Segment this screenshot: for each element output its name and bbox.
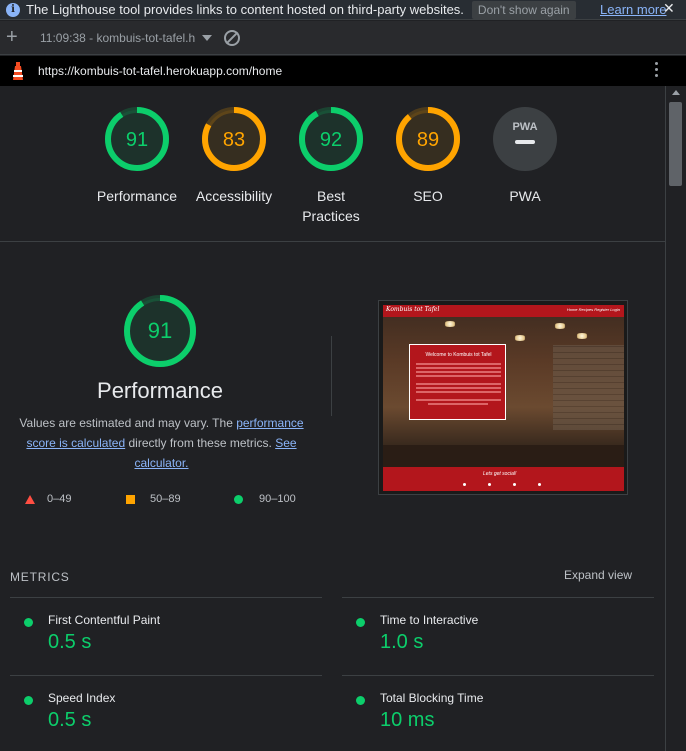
screenshot-navbar: Kombuis tot Tafel Home Recipes Register … (383, 305, 624, 317)
pwa-badge-text: PWA (512, 121, 537, 133)
gauge-label: PWA (509, 188, 541, 204)
screenshot-footer-text: Lets get social! (483, 471, 517, 477)
pass-circle-icon (356, 618, 365, 627)
metric-name: Time to Interactive (380, 613, 479, 627)
metric-name: First Contentful Paint (48, 613, 161, 627)
scrollbar[interactable] (665, 86, 686, 751)
info-icon: i (6, 2, 20, 17)
lighthouse-logo-icon (13, 62, 23, 80)
screenshot-card-title: Welcome to Kombuis tot Tafel (425, 352, 492, 358)
screenshot-welcome-card: Welcome to Kombuis tot Tafel (409, 344, 506, 420)
dont-show-again-button[interactable]: Don't show again (471, 0, 576, 19)
pass-circle-icon (356, 696, 365, 705)
gauge-score: 89 (417, 129, 439, 151)
gauge-label: Performance (96, 188, 178, 204)
new-report-icon[interactable]: + (6, 27, 18, 47)
screenshot-footer: Lets get social! (383, 467, 624, 491)
performance-description: Values are estimated and may vary. The p… (19, 416, 304, 470)
close-icon[interactable]: ✕ (663, 0, 675, 17)
more-options-icon[interactable] (655, 62, 659, 80)
legend-pass: 90–100 (234, 493, 296, 505)
gauge-accessibility[interactable]: 83 Accessibility (179, 106, 289, 206)
report-url[interactable]: https://kombuis-tot-tafel.herokuapp.com/… (38, 64, 282, 78)
performance-detail-gauge: 91 (105, 294, 215, 368)
metric-value: 1.0 s (380, 631, 424, 653)
triangle-icon (25, 494, 35, 504)
lighthouse-toolbar: + 11:09:38 - kombuis-tot-tafel.h (0, 21, 686, 55)
expand-view-button[interactable]: Expand view (564, 568, 632, 582)
gauge-seo[interactable]: 89 SEO (373, 106, 483, 206)
metric-value: 0.5 s (48, 631, 92, 653)
report-select[interactable]: 11:09:38 - kombuis-tot-tafel.h (40, 31, 195, 45)
gauge-score: 83 (223, 129, 245, 151)
gauges-divider (0, 241, 665, 242)
gauge-pwa[interactable]: PWA PWA (470, 106, 580, 206)
infobar-message: The Lighthouse tool provides links to co… (26, 2, 464, 17)
metric-name: Speed Index (48, 691, 116, 705)
pass-circle-icon (24, 696, 33, 705)
metric-value: 10 ms (380, 709, 435, 731)
legend-average: 50–89 (126, 493, 181, 505)
scroll-up-icon[interactable] (672, 90, 680, 95)
metric-name: Total Blocking Time (380, 691, 484, 705)
circle-icon (234, 494, 243, 504)
screenshot-nav-links: Home Recipes Register Login (566, 307, 620, 312)
gauge-label: Best Practices (302, 188, 360, 224)
performance-title: Performance (97, 378, 223, 403)
screenshot-page: Kombuis tot Tafel Home Recipes Register … (383, 305, 624, 491)
pass-circle-icon (24, 618, 33, 627)
scroll-thumb[interactable] (669, 102, 682, 186)
gauge-label: Accessibility (195, 188, 273, 204)
legend-fail: 0–49 (25, 493, 71, 505)
gauge-score: 92 (320, 129, 342, 151)
square-icon (126, 494, 135, 504)
gauge-performance[interactable]: 91 Performance (82, 106, 192, 206)
performance-score: 91 (148, 318, 172, 343)
report-content: 91 Performance 83 Accessibility 92 Best Practi… (0, 86, 665, 751)
url-bar: https://kombuis-tot-tafel.herokuapp.com/… (0, 56, 686, 86)
pwa-dash (515, 140, 535, 144)
clear-icon[interactable] (224, 30, 240, 46)
gauge-score: 91 (126, 129, 148, 151)
chevron-down-icon[interactable] (202, 35, 212, 41)
gauge-label: SEO (413, 188, 443, 204)
screenshot-brand: Kombuis tot Tafel (386, 306, 440, 313)
infobar: i The Lighthouse tool provides links to … (0, 0, 686, 20)
metrics-title: METRICS (10, 570, 70, 584)
metric-value: 0.5 s (48, 709, 92, 731)
learn-more-link[interactable]: Learn more (600, 2, 666, 17)
final-screenshot[interactable]: Kombuis tot Tafel Home Recipes Register … (378, 300, 628, 495)
gauge-best-practices[interactable]: 92 Best Practices (276, 106, 386, 226)
vertical-divider (331, 336, 332, 416)
